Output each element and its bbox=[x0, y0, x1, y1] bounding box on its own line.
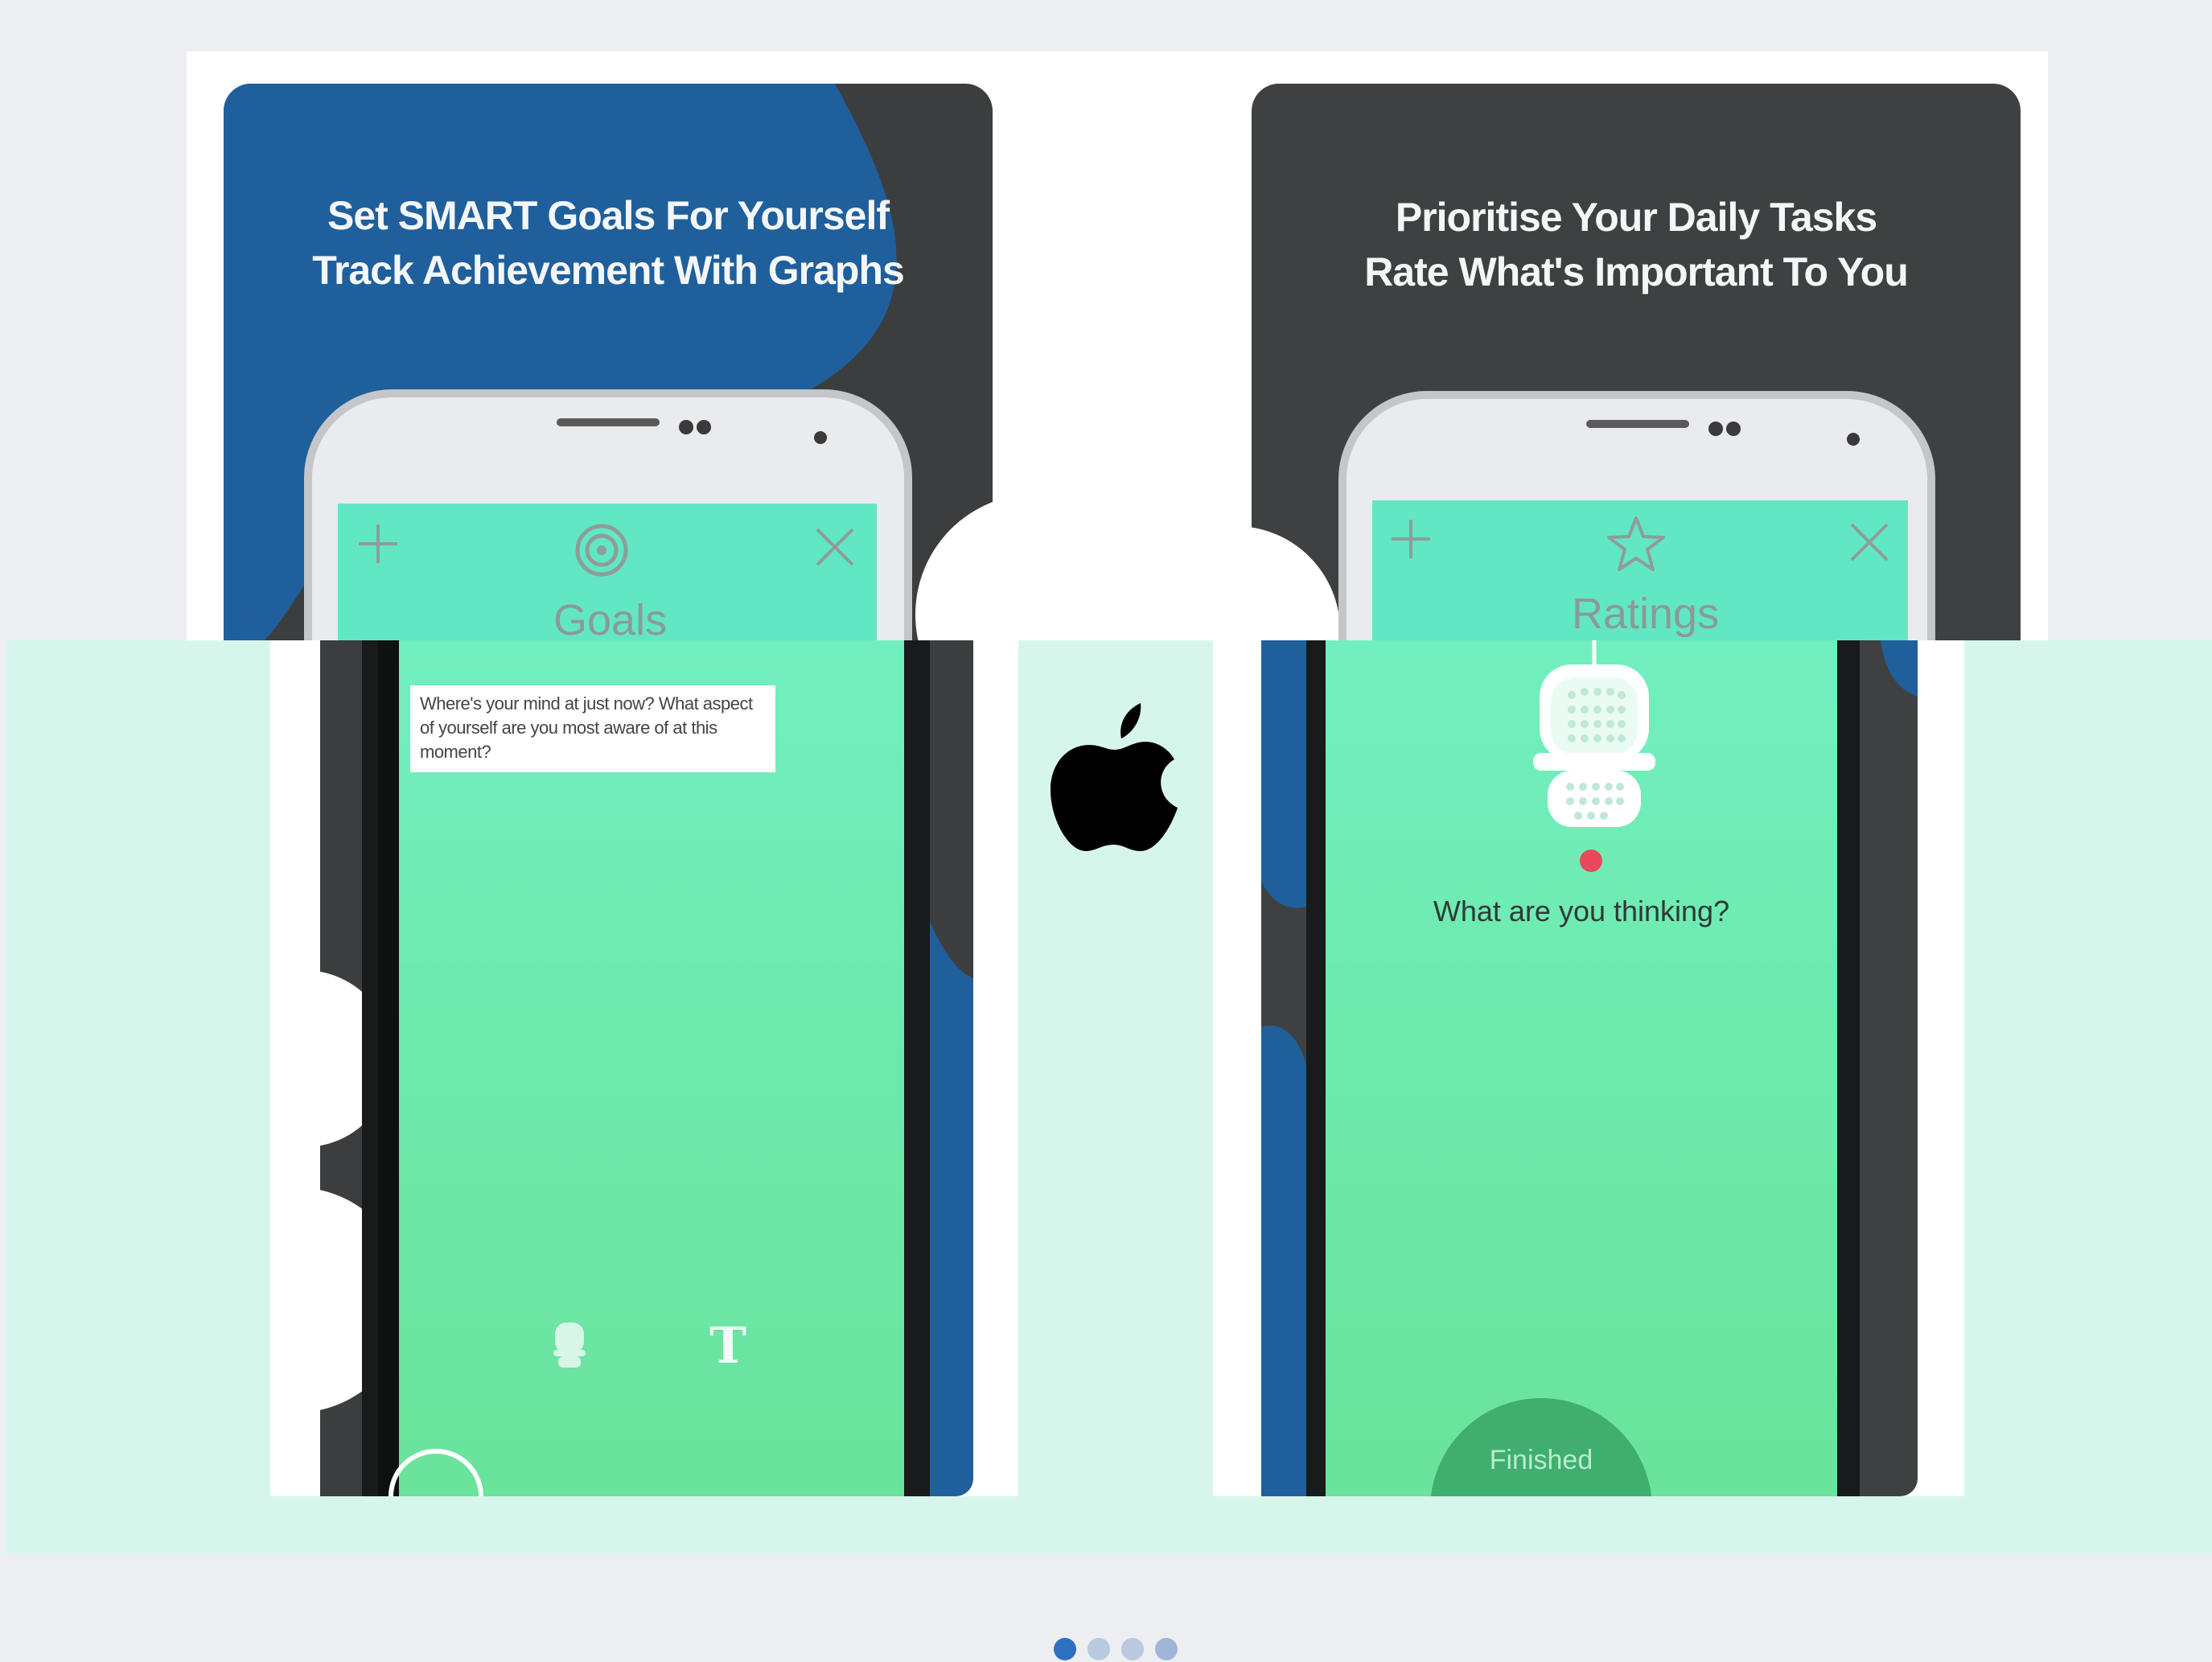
phone-earpiece bbox=[1586, 420, 1689, 428]
text-input-icon[interactable]: T bbox=[709, 1316, 746, 1375]
goals-title: Goals bbox=[553, 596, 668, 644]
phone-front-camera bbox=[1847, 433, 1860, 446]
page-dot-4[interactable] bbox=[1155, 1638, 1178, 1660]
target-icon bbox=[571, 520, 632, 584]
phone-earpiece bbox=[557, 418, 660, 426]
phone-right-edge bbox=[1837, 640, 1860, 1496]
ratings-screenshot-card[interactable]: Prioritise Your Daily Tasks Rate What's … bbox=[1252, 84, 2021, 647]
star-icon bbox=[1606, 513, 1667, 578]
ratings-title: Ratings bbox=[1572, 590, 1720, 638]
phone-left-edge bbox=[362, 640, 378, 1496]
page-dot-1[interactable] bbox=[1054, 1638, 1076, 1660]
microphone-icon[interactable] bbox=[1530, 640, 1659, 833]
question-text: What are you thinking? bbox=[1433, 895, 1730, 928]
plus-icon[interactable] bbox=[1385, 513, 1437, 568]
phone-sensor-dot bbox=[697, 420, 711, 434]
carousel-pagination bbox=[1054, 1638, 1182, 1660]
page-dot-2[interactable] bbox=[1087, 1638, 1110, 1660]
left-phone-panel[interactable]: Where's your mind at just now? What aspe… bbox=[270, 640, 1018, 1496]
phone-camera-dot bbox=[679, 420, 693, 434]
phone-sensor-dot bbox=[1726, 422, 1741, 436]
plus-icon[interactable] bbox=[352, 518, 404, 573]
prompt-card: Where's your mind at just now? What aspe… bbox=[410, 685, 775, 772]
microphone-icon[interactable] bbox=[550, 1321, 589, 1372]
recording-indicator bbox=[1580, 850, 1602, 872]
phone-front-camera bbox=[814, 431, 827, 444]
right-phone-panel[interactable]: What are you thinking? Finished bbox=[1213, 640, 1964, 1496]
page-dot-3[interactable] bbox=[1121, 1638, 1144, 1660]
phone-camera-dot bbox=[1708, 422, 1723, 436]
phone-left-edge bbox=[1306, 640, 1326, 1496]
apple-logo-icon[interactable] bbox=[1050, 700, 1179, 856]
phone-right-edge bbox=[904, 640, 930, 1496]
record-ring bbox=[389, 1449, 483, 1496]
finished-label[interactable]: Finished bbox=[1430, 1445, 1652, 1476]
ratings-headline-line2: Rate What's Important To You bbox=[1364, 249, 1909, 294]
goals-headline-line1: Set SMART Goals For Yourself bbox=[327, 193, 890, 238]
goals-screenshot-card[interactable]: Set SMART Goals For Yourself Track Achie… bbox=[224, 84, 993, 647]
goals-headline-line2: Track Achievement With Graphs bbox=[312, 248, 905, 293]
close-icon[interactable] bbox=[809, 521, 861, 576]
close-icon[interactable] bbox=[1844, 516, 1895, 571]
ratings-headline-line1: Prioritise Your Daily Tasks bbox=[1395, 195, 1877, 240]
